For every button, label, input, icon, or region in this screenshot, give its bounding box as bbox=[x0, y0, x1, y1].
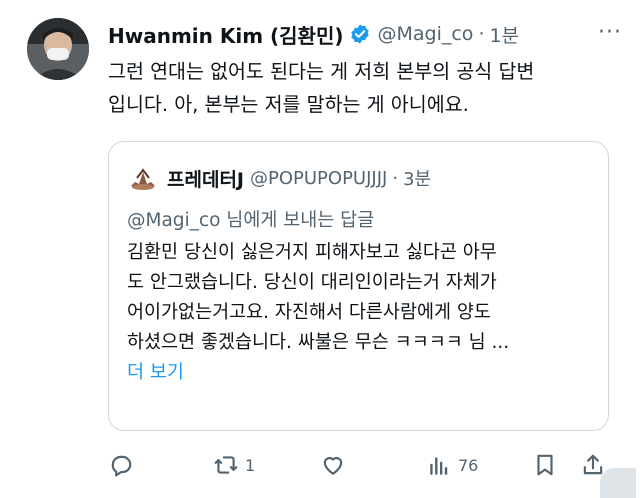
show-more-link[interactable]: 더 보기 bbox=[127, 358, 597, 388]
avatar-image bbox=[27, 18, 89, 80]
bookmark-button[interactable] bbox=[532, 452, 558, 478]
watermark-corner bbox=[600, 468, 636, 498]
reply-button[interactable] bbox=[108, 452, 140, 478]
quoted-author-name[interactable]: 프레데터J bbox=[167, 165, 244, 192]
verified-badge-icon[interactable] bbox=[349, 23, 371, 45]
heart-icon bbox=[323, 457, 343, 475]
tweet-header: Hwanmin Kim (김환민) @Magi_co · 1분 ··· bbox=[108, 20, 626, 48]
quoted-tweet-card[interactable]: 프레데터J @POPUPOPUJJJJ · 3분 @Magi_co 님에게 보내… bbox=[108, 141, 609, 431]
tweet-text: 그런 연대는 없어도 된다는 게 저희 본부의 공식 답변 입니다. 아, 본부… bbox=[108, 55, 628, 121]
views-count: 76 bbox=[458, 455, 479, 475]
quoted-timestamp[interactable]: 3분 bbox=[403, 165, 431, 191]
quoted-text-line: 어이가없는거고요. 자진해서 다른사람에게 양도 bbox=[127, 302, 491, 323]
quoted-separator-dot: · bbox=[392, 167, 399, 189]
separator-dot: · bbox=[478, 23, 485, 45]
replying-to-line: @Magi_co 님에게 보내는 답글 bbox=[127, 206, 374, 232]
reply-icon bbox=[111, 455, 132, 477]
quoted-text-line: 도 안그랬습니다. 당신이 대리인이라는거 자체가 bbox=[127, 272, 497, 293]
author-name[interactable]: Hwanmin Kim (김환민) bbox=[108, 20, 343, 49]
bookmark-icon bbox=[537, 454, 553, 476]
tweet-text-line: 그런 연대는 없어도 된다는 게 저희 본부의 공식 답변 bbox=[108, 60, 535, 83]
quoted-text-line: 하셨으면 좋겠습니다. 싸불은 무슨 ㅋㅋㅋㅋ 님 ... bbox=[127, 332, 510, 353]
action-bar: 1 76 bbox=[108, 452, 628, 486]
tweet-text-line: 입니다. 아, 본부는 저를 말하는 게 아니에요. bbox=[108, 93, 469, 116]
retweet-icon bbox=[214, 456, 238, 474]
author-handle[interactable]: @Magi_co bbox=[377, 23, 473, 45]
quoted-tweet-text: 김환민 당신이 싫은거지 피해자보고 싫다곤 아무 도 안그랬습니다. 당신이 … bbox=[127, 238, 597, 388]
more-options-icon[interactable]: ··· bbox=[598, 20, 622, 45]
quoted-text-line: 김환민 당신이 싫은거지 피해자보고 싫다곤 아무 bbox=[127, 242, 497, 263]
reply-label: 님에게 보내는 답글 bbox=[220, 210, 375, 231]
retweet-button[interactable]: 1 bbox=[213, 452, 255, 478]
author-avatar[interactable] bbox=[27, 18, 89, 80]
quoted-tweet-header: 프레데터J @POPUPOPUJJJJ · 3분 bbox=[127, 162, 431, 194]
quoted-author-handle[interactable]: @POPUPOPUJJJJ bbox=[250, 168, 387, 189]
like-button[interactable] bbox=[320, 452, 352, 478]
tweet-timestamp[interactable]: 1분 bbox=[489, 21, 519, 48]
quoted-author-avatar[interactable] bbox=[127, 162, 159, 194]
quoted-avatar-image bbox=[127, 162, 159, 194]
reply-mention-link[interactable]: @Magi_co bbox=[127, 210, 220, 231]
retweet-count: 1 bbox=[245, 455, 256, 475]
views-chart-icon bbox=[430, 457, 448, 475]
views-button[interactable]: 76 bbox=[426, 452, 478, 478]
